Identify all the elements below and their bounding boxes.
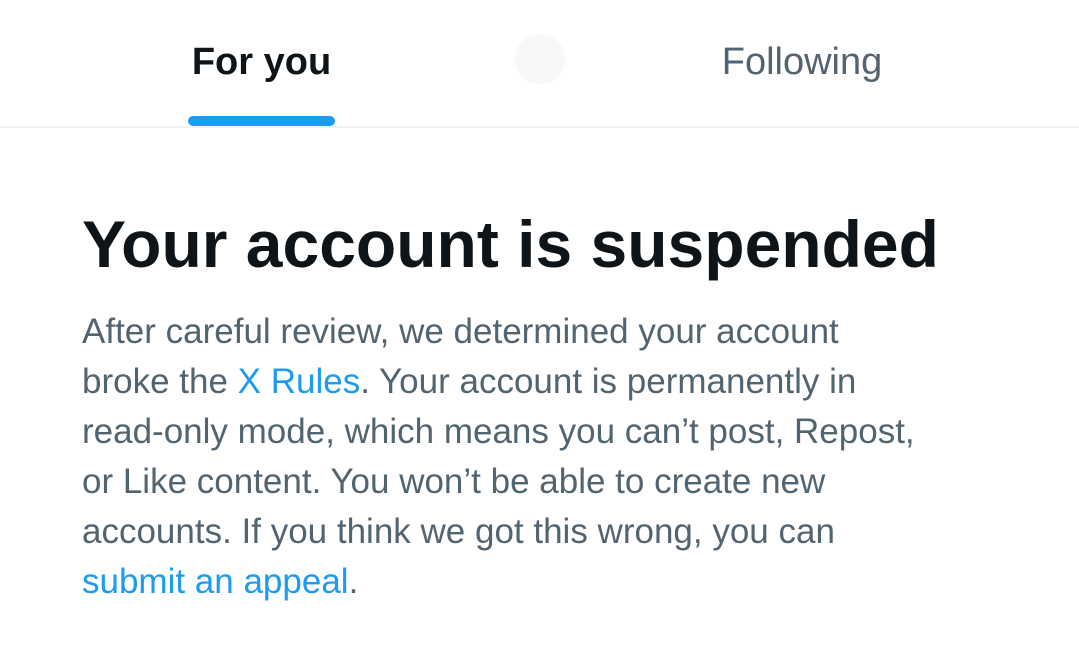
submit-appeal-link[interactable]: submit an appeal [82,562,349,601]
notice-line-5: accounts. If you think we got this wrong… [82,512,835,551]
home-timeline-page: For you Following Your account is suspen… [0,0,1079,657]
notice-line-6: submit an appeal. [82,557,1012,607]
tab-for-you-label: For you [191,41,332,83]
tab-following[interactable]: Following [690,0,914,126]
notice-line-2-prefix: broke the [82,362,238,401]
tab-following-label: Following [721,41,883,83]
notice-line-3: read-only mode, which means you can’t po… [82,412,915,451]
timeline-tab-bar: For you Following [0,0,1079,128]
x-rules-link[interactable]: X Rules [238,362,361,401]
x-logo-icon[interactable] [515,34,565,84]
tab-for-you[interactable]: For you [150,0,373,126]
notice-line-1: After careful review, we determined your… [82,312,839,351]
active-tab-indicator [188,116,335,126]
notice-line-2: broke the X Rules. Your account is perma… [82,357,1012,407]
notice-line-6-suffix: . [348,562,359,601]
notice-line-4: or Like content. You won’t be able to cr… [82,462,826,501]
suspension-notice: Your account is suspended After careful … [82,206,1012,607]
notice-line-2-suffix: . Your account is permanently in [360,362,857,401]
notice-title: Your account is suspended [82,207,939,281]
notice-body: After careful review, we determined your… [82,307,1012,607]
